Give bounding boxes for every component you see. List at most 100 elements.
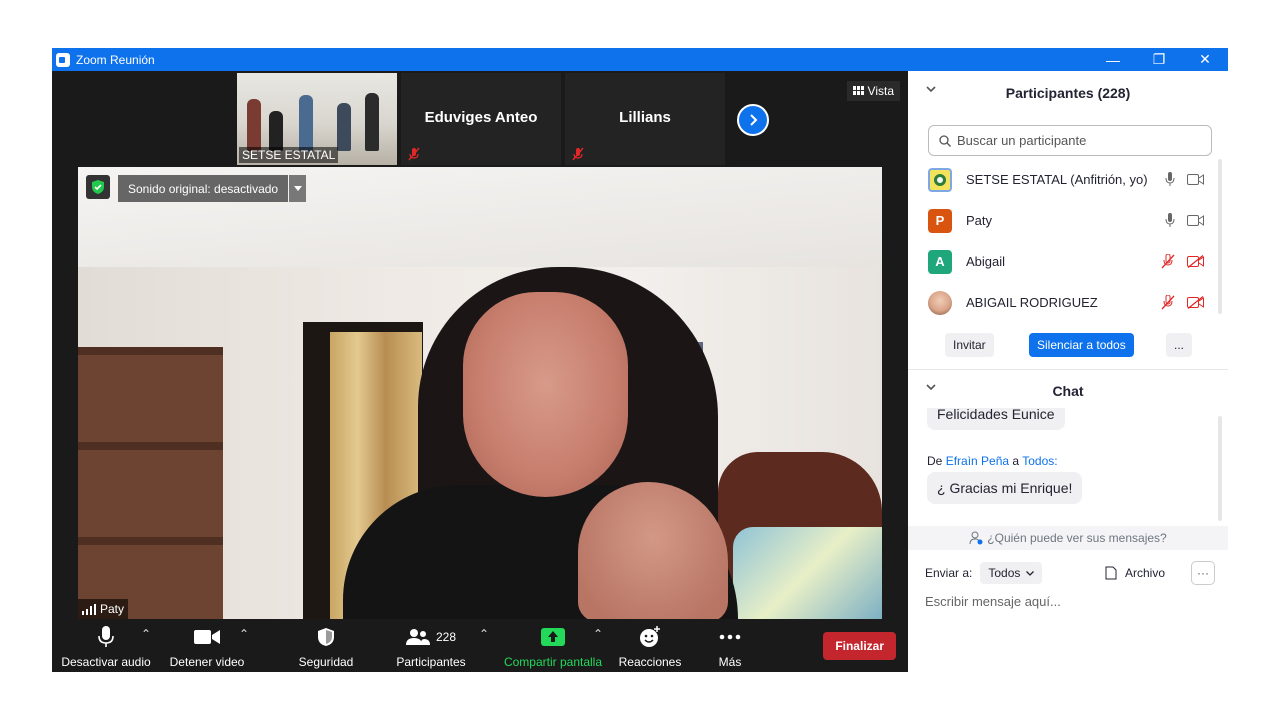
chat-message: ¿ Gracias mi Enrique! [927, 472, 1083, 504]
who-can-see-text: ¿Quién puede ver sus mensajes? [987, 531, 1167, 545]
chat-sender-line: De Efraìn Peña a Todos: [927, 454, 1058, 468]
chat-title: Chat [1052, 383, 1084, 399]
participant-search[interactable] [928, 125, 1212, 156]
gallery-strip: SETSE ESTATAL Eduviges Anteo Lillians [237, 73, 725, 165]
participants-button[interactable]: 228 Participantes [392, 625, 470, 669]
reactions-button[interactable]: Reacciones [618, 625, 682, 669]
send-to-dropdown[interactable]: Todos [980, 562, 1043, 584]
participants-header: Participantes (228) [908, 73, 1228, 113]
thumb-name: Lillians [619, 109, 671, 126]
participants-list: SETSE ESTATAL (Anfitrión, yo) P Paty A A… [908, 159, 1228, 323]
chat-message-input[interactable] [925, 594, 1215, 609]
person-shape [337, 103, 351, 151]
video-off-icon[interactable] [1187, 296, 1204, 309]
more-dots-icon [719, 634, 741, 640]
microphone-icon[interactable] [1165, 172, 1175, 187]
close-button[interactable]: ✕ [1182, 48, 1228, 71]
chevron-down-icon[interactable] [926, 384, 936, 391]
participants-label: Participantes [396, 655, 466, 669]
smiley-plus-icon [640, 626, 660, 647]
thumb-name: Eduviges Anteo [424, 109, 538, 126]
signal-bars-icon [82, 603, 96, 615]
chevron-down-icon[interactable] [926, 86, 936, 93]
original-sound-label: Sonido original: desactivado [118, 175, 289, 202]
recipient-name[interactable]: Todos: [1022, 454, 1057, 468]
invite-button[interactable]: Invitar [945, 333, 994, 357]
person-info-icon [969, 531, 983, 545]
active-speaker-video[interactable]: Sonido original: desactivado Paty [78, 167, 882, 619]
participant-row[interactable]: SETSE ESTATAL (Anfitrión, yo) [908, 159, 1228, 200]
person-shape [269, 111, 283, 151]
file-icon [1105, 566, 1117, 580]
participant-name: Paty [966, 213, 993, 228]
next-page-button[interactable] [737, 104, 769, 136]
mic-muted-icon[interactable] [1161, 254, 1175, 269]
video-pillow [733, 527, 882, 619]
chevron-up-icon[interactable]: ⌃ [593, 627, 603, 641]
minimize-button[interactable]: — [1090, 48, 1136, 71]
person-shape [247, 99, 261, 151]
zoom-app-icon [56, 52, 70, 67]
participant-row[interactable]: ABIGAIL RODRIGUEZ [908, 282, 1228, 323]
avatar [928, 167, 952, 192]
microphone-icon[interactable] [1165, 213, 1175, 228]
restore-button[interactable]: ❐ [1136, 48, 1182, 71]
search-input[interactable] [957, 133, 1197, 148]
thumb-lillians[interactable]: Lillians [565, 73, 725, 165]
video-camera-icon[interactable] [1187, 215, 1204, 226]
reactions-label: Reacciones [618, 655, 682, 669]
share-screen-button[interactable]: Compartir pantalla [502, 625, 604, 669]
thumb-eduviges-anteo[interactable]: Eduviges Anteo [401, 73, 561, 165]
chevron-down-icon[interactable] [289, 175, 307, 202]
participant-name: Abigail [966, 254, 1006, 269]
mic-muted-icon [408, 147, 420, 161]
mic-muted-icon[interactable] [1161, 295, 1175, 310]
thumb-setse-estatal[interactable]: SETSE ESTATAL [237, 73, 397, 165]
chevron-up-icon[interactable]: ⌃ [239, 627, 249, 641]
search-icon [939, 134, 951, 147]
participant-row[interactable]: A Abigail [908, 241, 1228, 282]
mute-label: Desactivar audio [61, 655, 151, 669]
sender-name[interactable]: Efraìn Peña [946, 454, 1009, 468]
stop-video-button[interactable]: Detener video [170, 625, 244, 669]
encryption-shield-icon[interactable] [86, 175, 110, 199]
mic-muted-icon [572, 147, 584, 161]
person-shape [365, 93, 379, 151]
window-title: Zoom Reunión [76, 52, 155, 67]
view-button[interactable]: Vista [846, 81, 900, 101]
chat-more-button[interactable]: ··· [1191, 561, 1215, 585]
participants-actions: Invitar Silenciar a todos ... [908, 333, 1228, 357]
mute-all-button[interactable]: Silenciar a todos [1029, 333, 1134, 357]
participants-title: Participantes (228) [1005, 85, 1131, 101]
meeting-area: SETSE ESTATAL Eduviges Anteo Lillians Vi… [52, 71, 908, 672]
participants-more-button[interactable]: ... [1166, 333, 1193, 357]
title-bar: Zoom Reunión — ❐ ✕ [52, 48, 1228, 71]
avatar [928, 290, 952, 315]
end-meeting-button[interactable]: Finalizar [823, 632, 896, 660]
stop-video-label: Detener video [169, 655, 245, 669]
video-face [463, 292, 628, 497]
zoom-window: Zoom Reunión — ❐ ✕ SETSE ESTATAL Eduvige… [52, 48, 1228, 672]
share-screen-icon [541, 628, 565, 646]
video-camera-icon[interactable] [1187, 174, 1204, 185]
side-panel: Participantes (228) SETSE ESTATAL (Anfit… [908, 71, 1228, 672]
participant-row[interactable]: P Paty [908, 200, 1228, 241]
chevron-up-icon[interactable]: ⌃ [479, 627, 489, 641]
video-off-icon[interactable] [1187, 255, 1204, 268]
more-button[interactable]: Más [710, 625, 750, 669]
mute-button[interactable]: Desactivar audio [61, 625, 151, 669]
chat-messages: Felicidades Eunice De Efraìn Peña a Todo… [908, 408, 1228, 526]
security-button[interactable]: Seguridad [292, 625, 360, 669]
person-shape [299, 95, 313, 151]
chat-scrollbar[interactable] [1218, 416, 1222, 521]
grid-icon [852, 86, 864, 95]
send-to-label: Enviar a: [925, 566, 973, 580]
chevron-up-icon[interactable]: ⌃ [141, 627, 151, 641]
file-button[interactable]: Archivo [1105, 566, 1165, 580]
who-can-see-link[interactable]: ¿Quién puede ver sus mensajes? [908, 526, 1228, 550]
video-camera-icon [194, 630, 220, 644]
to-prefix: a [1012, 454, 1020, 468]
original-sound-control[interactable]: Sonido original: desactivado [118, 175, 307, 202]
chevron-right-icon [750, 114, 758, 126]
thumb-name-label: SETSE ESTATAL [239, 147, 339, 163]
